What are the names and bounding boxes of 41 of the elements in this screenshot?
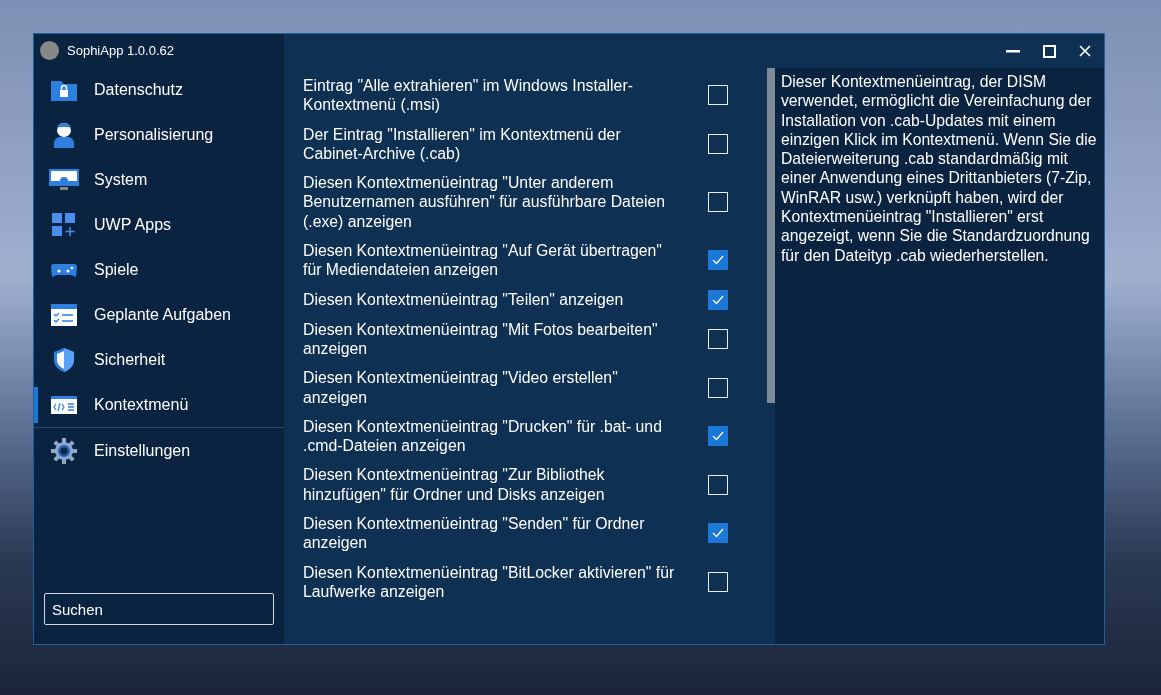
option-label: Diesen Kontextmenüeintrag "Unter anderem Benutzernamen ausführen" für ausführbare Dateien (.exe) anzeigen xyxy=(303,173,667,232)
checkbox[interactable] xyxy=(708,250,728,271)
scrollbar-thumb[interactable] xyxy=(767,68,775,403)
sidebar-item[interactable]: Spiele xyxy=(34,247,284,292)
minimize-icon xyxy=(1006,49,1020,53)
user-icon xyxy=(52,121,76,148)
checkbox[interactable] xyxy=(708,289,728,310)
sidebar-item[interactable]: UWP Apps xyxy=(34,202,284,247)
checklist-icon xyxy=(51,303,77,326)
checkmark-icon xyxy=(712,528,724,539)
app-logo-icon xyxy=(40,41,59,60)
code-window-icon xyxy=(51,395,77,414)
option-label: Der Eintrag "Installieren" im Kontextmenü der Cabinet-Archive (.cab) xyxy=(303,124,622,164)
monitor-icon xyxy=(49,168,79,191)
checkmark-icon xyxy=(712,294,724,305)
checkbox[interactable] xyxy=(708,523,728,544)
sidebar-item[interactable]: Datenschutz xyxy=(34,67,284,112)
sidebar-item[interactable]: Personalisierung xyxy=(34,112,284,157)
sidebar-item[interactable]: System xyxy=(34,157,284,202)
option-label: Diesen Kontextmenüeintrag "Video erstellen" anzeigen xyxy=(303,368,619,407)
maximize-icon xyxy=(1042,44,1056,58)
checkmark-icon xyxy=(712,431,724,442)
sidebar-item[interactable]: Sicherheit xyxy=(34,337,284,382)
window-title: SophiApp 1.0.0.62 xyxy=(67,43,174,58)
description-text: Dieser Kontextmenüeintrag, der DISM verwendet, ermöglicht die Vereinfachung der Installation von .cab-Updates mit einem einzigen Klick im Kontextmenü. Wenn Sie die Dateierweiterung .cab standardmäßig mit einer Anwendung eines Drittanbieters (7-Zip, WinRAR usw.) verknüpft haben, wird der Kontextmenüeintrag "Installieren" erst angezeigt, wenn Sie die Standardzuordnung für den Dateityp .cab wiederherstellen. xyxy=(775,68,1104,644)
sidebar-item[interactable]: Geplante Aufgaben xyxy=(34,292,284,337)
checkmark-icon xyxy=(712,255,724,266)
shield-icon xyxy=(53,346,75,373)
option-label: Diesen Kontextmenüeintrag "Senden" für Ordner anzeigen xyxy=(303,514,646,553)
option-label: Diesen Kontextmenüeintrag "Drucken" für .bat- und .cmd-Dateien anzeigen xyxy=(303,416,663,456)
close-icon xyxy=(1079,45,1091,57)
option-label: Diesen Kontextmenüeintrag "Zur Bibliothek hinzufügen" für Ordner und Disks anzeigen xyxy=(303,465,606,505)
option-label: Diesen Kontextmenüeintrag "Teilen" anzeigen xyxy=(303,290,625,310)
option-label: Diesen Kontextmenüeintrag "Auf Gerät übertragen" für Mediendateien anzeigen xyxy=(303,241,663,280)
option-label: Diesen Kontextmenüeintrag "BitLocker aktivieren" für Laufwerke anzeigen xyxy=(303,562,676,602)
sidebar-item[interactable]: Einstellungen xyxy=(34,428,284,473)
search-field[interactable]: Suchen xyxy=(44,593,274,625)
option-label: Diesen Kontextmenüeintrag "Mit Fotos bearbeiten" anzeigen xyxy=(303,319,659,359)
tiles-icon xyxy=(52,212,76,237)
checkbox[interactable] xyxy=(708,426,728,447)
option-label: Eintrag "Alle extrahieren" im Windows Installer-Kontextmenü (.msi) xyxy=(303,76,634,115)
